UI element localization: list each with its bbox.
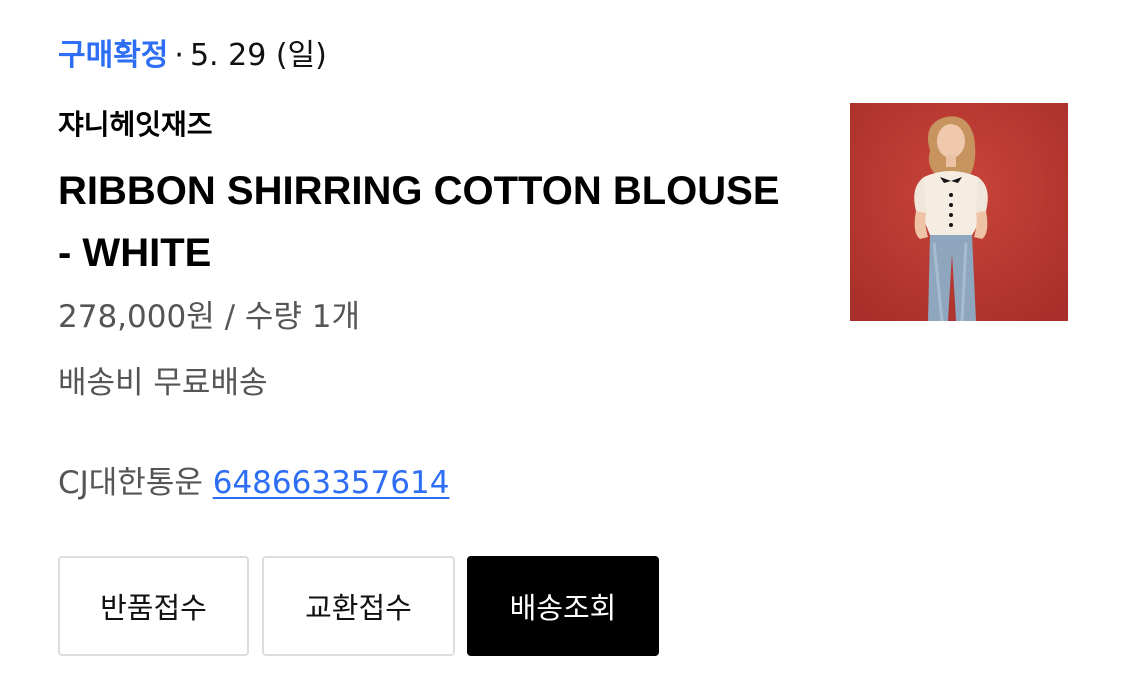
tracking-info: CJ대한통운 648663357614 bbox=[58, 462, 449, 504]
product-name[interactable]: RIBBON SHIRRING COTTON BLOUSE - WHITE bbox=[58, 160, 793, 284]
shipping-fee: 배송비 무료배송 bbox=[58, 365, 268, 401]
order-status-label: 구매확정 bbox=[58, 38, 169, 73]
price-quantity: 278,000원 / 수량 1개 bbox=[58, 299, 361, 335]
return-request-button[interactable]: 반품접수 bbox=[58, 556, 249, 656]
status-separator: · bbox=[174, 38, 184, 73]
brand-name[interactable]: 쟈니헤잇재즈 bbox=[58, 105, 213, 145]
order-item-card: 구매확정 · 5. 29 (일) 쟈니헤잇재즈 RIBBON SHIRRING CO… bbox=[0, 0, 1125, 693]
order-status-line: 구매확정 · 5. 29 (일) bbox=[58, 36, 327, 76]
exchange-request-button[interactable]: 교환접수 bbox=[262, 556, 455, 656]
track-delivery-button[interactable]: 배송조회 bbox=[467, 556, 659, 656]
product-photo-image bbox=[850, 103, 1068, 321]
product-thumbnail[interactable] bbox=[850, 103, 1068, 321]
courier-name: CJ대한통운 bbox=[58, 465, 203, 501]
tracking-number-link[interactable]: 648663357614 bbox=[213, 465, 450, 501]
order-date: 5. 29 (일) bbox=[189, 38, 327, 73]
